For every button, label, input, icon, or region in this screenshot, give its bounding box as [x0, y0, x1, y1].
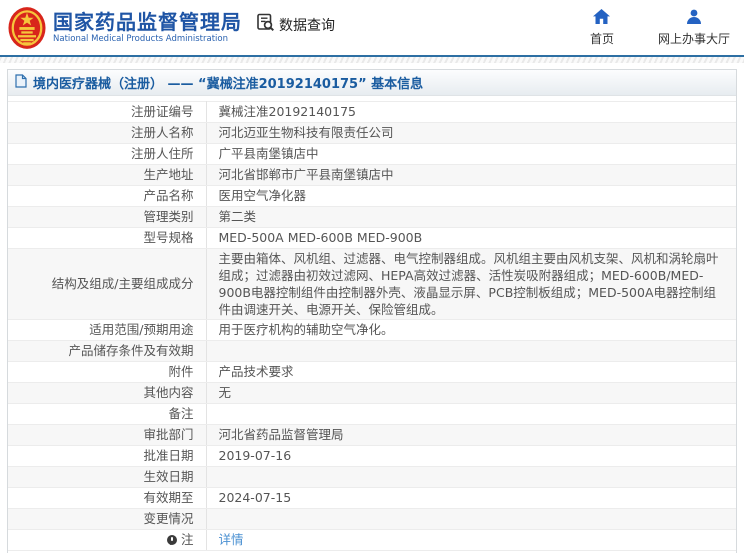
- row-value: 河北省邯郸市广平县南堡镇店中: [206, 164, 736, 186]
- row-label: 附件: [8, 361, 207, 383]
- row-label: 产品储存条件及有效期: [8, 340, 207, 362]
- row-label: 注册人住所: [8, 143, 207, 165]
- table-row: 有效期至 2024-07-15: [8, 487, 736, 509]
- row-value: [206, 340, 736, 362]
- nav-item-label: 网上办事大厅: [657, 32, 730, 46]
- row-label: 适用范围/预期用途: [8, 319, 207, 341]
- table-row: 管理类别 第二类: [8, 206, 736, 228]
- row-value: 河北省药品监督管理局: [206, 424, 736, 446]
- row-label: 注册人名称: [8, 122, 207, 144]
- table-row: 生产地址 河北省邯郸市广平县南堡镇店中: [8, 164, 736, 186]
- row-label: 批准日期: [8, 445, 207, 467]
- document-icon: [15, 73, 27, 92]
- table-row: 批准日期 2019-07-16: [8, 445, 736, 467]
- table-row: 注册人名称 河北迈亚生物科技有限责任公司: [8, 122, 736, 144]
- section-titlebar: 境内医疗器械（注册） —— “冀械注准20192140175” 基本信息: [8, 70, 736, 96]
- row-label: 生效日期: [8, 466, 207, 488]
- home-icon: [593, 9, 611, 27]
- table-row: 注册人住所 广平县南堡镇店中: [8, 143, 736, 165]
- row-label: 生产地址: [8, 164, 207, 186]
- detail-link[interactable]: 详情: [219, 532, 244, 547]
- table-row: 结构及组成/主要组成成分 主要由箱体、风机组、过滤器、电气控制器组成。风机组主要…: [8, 248, 736, 320]
- row-label: 变更情况: [8, 508, 207, 530]
- national-emblem-icon: [8, 6, 46, 50]
- nav-item-label: 首页: [589, 32, 614, 46]
- table-row: 注 详情: [8, 529, 736, 551]
- table-row: 型号规格 MED-500A MED-600B MED-900B: [8, 227, 736, 249]
- row-label: 有效期至: [8, 487, 207, 509]
- table-row: 变更情况: [8, 508, 736, 530]
- data-query-label: 数据查询: [279, 17, 335, 34]
- row-value: 冀械注准20192140175: [206, 101, 736, 123]
- header-nav: 首页 网上办事大厅: [578, 9, 734, 47]
- row-value: [206, 466, 736, 488]
- table-row: 审批部门 河北省药品监督管理局: [8, 424, 736, 446]
- info-table-body: 注册证编号 冀械注准20192140175 注册人名称 河北迈亚生物科技有限责任…: [8, 101, 736, 551]
- brand-subtitle: National Medical Products Administration: [53, 33, 228, 44]
- row-value: 医用空气净化器: [206, 185, 736, 207]
- content-container: 境内医疗器械（注册） —— “冀械注准20192140175” 基本信息 注册证…: [7, 69, 737, 553]
- table-row: 产品储存条件及有效期: [8, 340, 736, 362]
- row-value: 第二类: [206, 206, 736, 228]
- row-value: 2019-07-16: [206, 445, 736, 467]
- brand-block: 国家药品监督管理局 National Medical Products Admi…: [53, 9, 242, 44]
- row-value: 主要由箱体、风机组、过滤器、电气控制器组成。风机组主要由风机支架、风机和涡轮扇叶…: [206, 248, 736, 320]
- table-row: 适用范围/预期用途 用于医疗机构的辅助空气净化。: [8, 319, 736, 341]
- row-value: 河北迈亚生物科技有限责任公司: [206, 122, 736, 144]
- row-label: 注册证编号: [8, 101, 207, 123]
- table-row: 产品名称 医用空气净化器: [8, 185, 736, 207]
- registration-info-table: 注册证编号 冀械注准20192140175 注册人名称 河北迈亚生物科技有限责任…: [8, 101, 736, 551]
- data-query-button[interactable]: 数据查询: [256, 13, 335, 36]
- row-value: 广平县南堡镇店中: [206, 143, 736, 165]
- table-row: 附件 产品技术要求: [8, 361, 736, 383]
- row-value: 用于医疗机构的辅助空气净化。: [206, 319, 736, 341]
- user-icon: [686, 9, 702, 27]
- row-label: 管理类别: [8, 206, 207, 228]
- table-row: 备注: [8, 403, 736, 425]
- row-label: 注: [8, 529, 207, 551]
- table-row: 生效日期: [8, 466, 736, 488]
- row-value: 详情: [206, 529, 736, 551]
- row-label: 结构及组成/主要组成成分: [8, 248, 207, 320]
- page-title: 境内医疗器械（注册） —— “冀械注准20192140175” 基本信息: [33, 77, 424, 92]
- nav-item-service-hall[interactable]: 网上办事大厅: [658, 9, 730, 47]
- row-value: 无: [206, 382, 736, 404]
- table-row: 注册证编号 冀械注准20192140175: [8, 101, 736, 123]
- row-value: MED-500A MED-600B MED-900B: [206, 227, 736, 249]
- table-row: 其他内容 无: [8, 382, 736, 404]
- row-value: 产品技术要求: [206, 361, 736, 383]
- row-label: 其他内容: [8, 382, 207, 404]
- table-wrap: 注册证编号 冀械注准20192140175 注册人名称 河北迈亚生物科技有限责任…: [8, 101, 736, 551]
- note-balloon-icon: [166, 535, 177, 545]
- row-label: 审批部门: [8, 424, 207, 446]
- row-label: 产品名称: [8, 185, 207, 207]
- row-value: [206, 403, 736, 425]
- row-value: [206, 508, 736, 530]
- data-query-icon: [256, 13, 275, 36]
- row-label: 型号规格: [8, 227, 207, 249]
- row-label: 备注: [8, 403, 207, 425]
- row-value: 2024-07-15: [206, 487, 736, 509]
- nav-item-home[interactable]: 首页: [578, 9, 626, 47]
- brand-title: 国家药品监督管理局: [53, 9, 242, 34]
- page-header: 国家药品监督管理局 National Medical Products Admi…: [0, 0, 744, 57]
